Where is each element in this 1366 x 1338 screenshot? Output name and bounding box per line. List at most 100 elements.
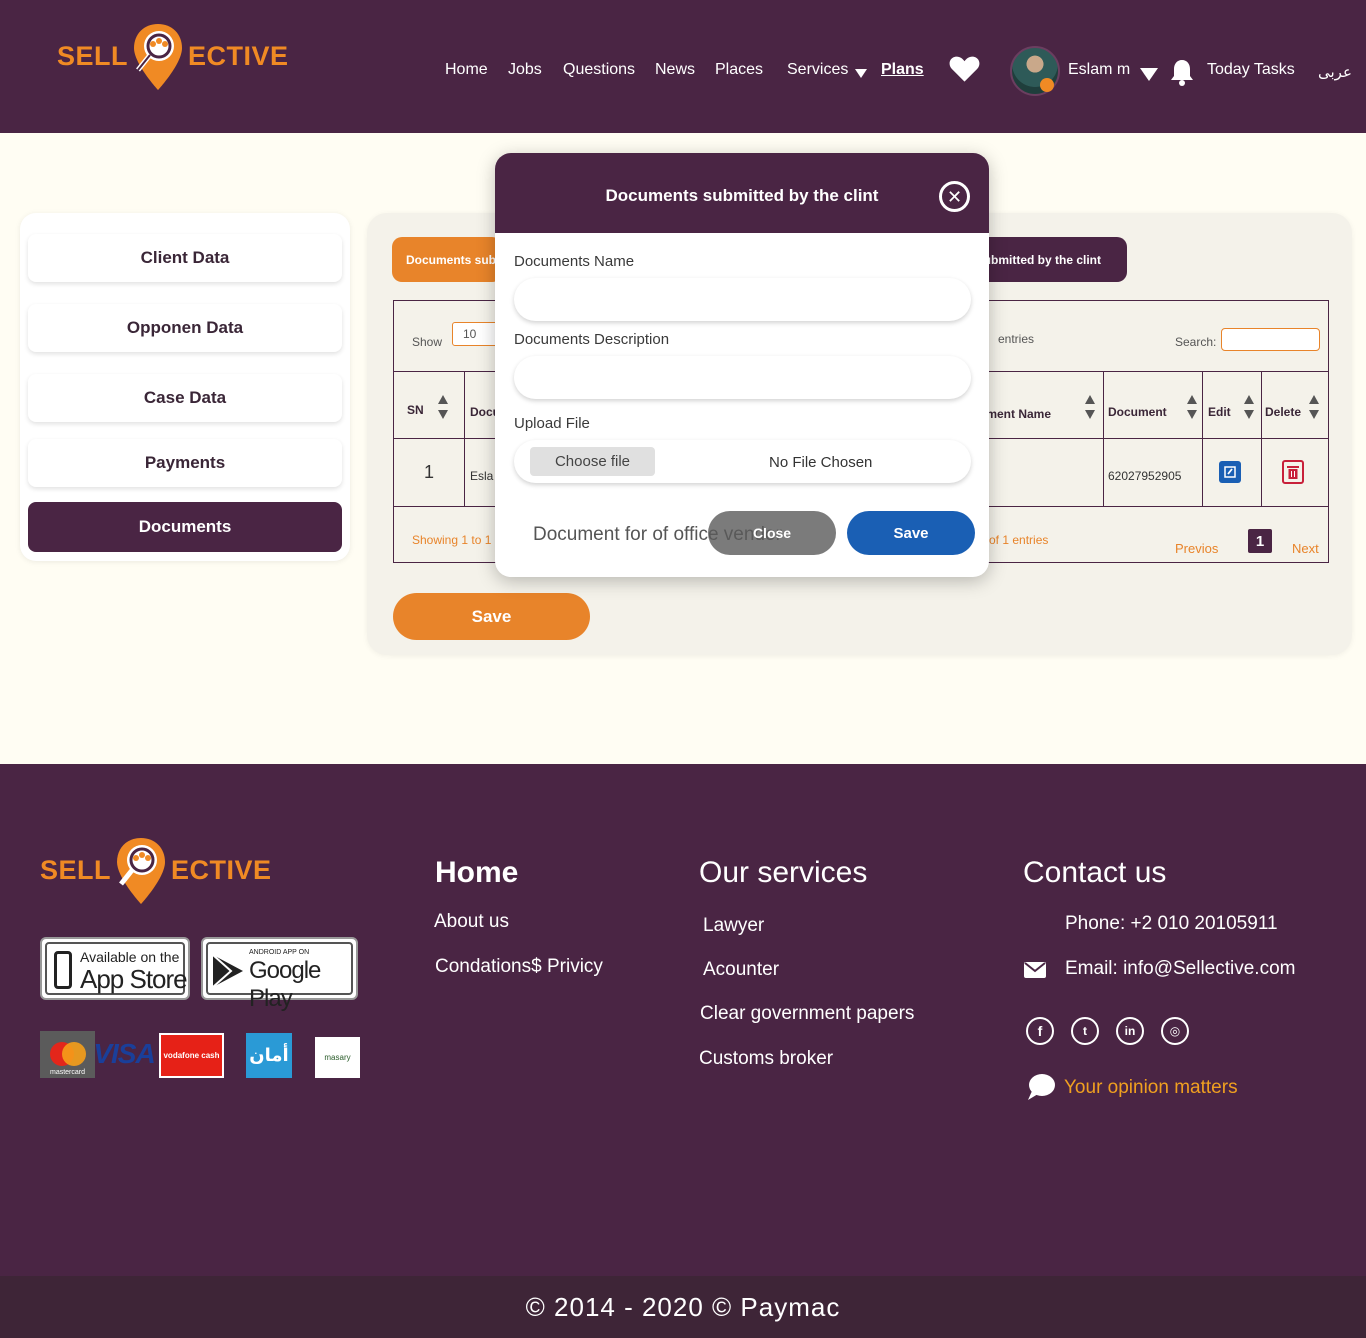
footer-conditions-link[interactable]: Condations$ Privicy (435, 956, 603, 978)
footer-service-customs-broker[interactable]: Customs broker (699, 1048, 833, 1070)
footer-logo-text-right: ECTIVE (171, 854, 272, 885)
documents-name-label: Documents Name (514, 253, 635, 270)
mastercard-logo: mastercard (40, 1031, 95, 1078)
table-search-input[interactable] (1221, 328, 1320, 351)
site-logo[interactable]: SELL ECTIVE (57, 22, 289, 90)
documents-name-input[interactable] (514, 278, 971, 321)
upload-file-label: Upload File (514, 415, 590, 432)
today-tasks-link[interactable]: Today Tasks (1207, 61, 1295, 79)
language-switch[interactable]: عربى (1318, 63, 1352, 81)
chevron-down-icon (855, 69, 868, 78)
footer-home-heading[interactable]: Home (435, 856, 518, 890)
user-menu-chevron-icon[interactable] (1140, 68, 1158, 81)
header-delete[interactable]: Delete (1265, 405, 1301, 419)
table-col-divider (464, 371, 465, 506)
google-play-icon (212, 954, 243, 988)
header-document-name[interactable]: Document Name (470, 405, 495, 419)
tab-lawyer-documents[interactable]: Documents submitted by the lawyer (392, 237, 502, 282)
chat-bubble-icon (1028, 1074, 1055, 1100)
save-button[interactable]: Save (393, 593, 590, 640)
nav-services[interactable]: Services (787, 61, 868, 79)
sidebar-item-documents[interactable]: Documents (28, 502, 342, 552)
header-document-name-visible[interactable]: Document Name (989, 405, 1051, 423)
vodafone-cash-logo: vodafone cash (159, 1033, 224, 1078)
logo-pin-icon (132, 22, 184, 90)
app-store-badge[interactable]: Available on the App Store (40, 937, 190, 1000)
aman-logo: أمان (246, 1033, 292, 1078)
trash-icon[interactable] (1282, 460, 1304, 484)
nav-plans[interactable]: Plans (881, 61, 924, 79)
footer-contact-heading: Contact us (1023, 856, 1167, 889)
logo-pin-icon (115, 836, 167, 904)
google-play-small-text: ANDROID APP ON (249, 949, 310, 956)
footer-logo[interactable]: SELL ECTIVE (40, 836, 272, 904)
nav-news[interactable]: News (655, 61, 695, 79)
modal-save-button[interactable]: Save (847, 511, 975, 555)
entries-per-page-select[interactable]: 10 (452, 322, 498, 346)
table-col-divider (1202, 371, 1203, 506)
envelope-icon (1024, 962, 1046, 978)
no-file-chosen-text: No File Chosen (769, 454, 873, 471)
header-document[interactable]: Document (1108, 405, 1167, 419)
nav-jobs[interactable]: Jobs (508, 61, 542, 79)
nav-services-label: Services (787, 61, 849, 78)
phone-icon (54, 951, 72, 989)
instagram-icon[interactable]: ◎ (1161, 1017, 1189, 1045)
search-label: Search: (1175, 335, 1217, 349)
documents-description-input[interactable] (514, 356, 971, 399)
row-sn: 1 (424, 462, 435, 482)
linkedin-icon[interactable]: in (1116, 1017, 1144, 1045)
sidebar-item-opponent-data[interactable]: Opponen Data (28, 304, 342, 352)
online-status-dot (1040, 78, 1054, 92)
case-sidebar: Client Data Opponen Data Case Data Payme… (20, 213, 350, 561)
nav-questions[interactable]: Questions (563, 61, 635, 79)
heart-icon[interactable] (949, 55, 980, 88)
table-col-divider (1103, 371, 1104, 506)
feedback-link[interactable]: Your opinion matters (1064, 1077, 1238, 1099)
edit-icon[interactable] (1219, 461, 1241, 483)
nav-home[interactable]: Home (445, 61, 488, 79)
top-navbar: SELL ECTIVE Home Jobs Questions News Pla… (0, 0, 1366, 133)
sort-icon[interactable] (1187, 395, 1197, 419)
close-button[interactable]: Close (708, 511, 836, 555)
modal-title: Documents submitted by the clint (605, 186, 879, 205)
footer-service-accounter[interactable]: Acounter (703, 959, 779, 981)
table-col-divider (1261, 371, 1262, 506)
google-play-badge[interactable]: ANDROID APP ON Google Play (201, 937, 358, 1012)
nav-places[interactable]: Places (715, 61, 763, 79)
footer-service-lawyer[interactable]: Lawyer (703, 915, 764, 937)
sidebar-item-payments[interactable]: Payments (28, 439, 342, 487)
footer-phone[interactable]: Phone: +2 010 20105911 (1065, 913, 1278, 935)
app-store-big-text: App Store (80, 964, 188, 994)
footer-service-government-papers[interactable]: Clear government papers (700, 1003, 914, 1025)
twitter-icon[interactable]: t (1071, 1017, 1099, 1045)
user-name: Eslam m (1068, 61, 1131, 78)
showing-info-right: of 1 entries (989, 533, 1049, 547)
footer-email[interactable]: Email: info@Sellective.com (1065, 958, 1295, 980)
copyright-text: © 2014 - 2020 © Paymac (525, 1291, 841, 1322)
sort-icon[interactable] (438, 395, 448, 419)
sort-icon[interactable] (1085, 395, 1095, 419)
header-sn[interactable]: SN (407, 403, 424, 417)
choose-file-button[interactable]: Choose file (530, 447, 655, 476)
row-document[interactable]: 62027952905 (1108, 469, 1181, 483)
sort-icon[interactable] (1244, 395, 1254, 419)
pagination-next[interactable]: Next (1292, 541, 1319, 556)
sidebar-item-case-data[interactable]: Case Data (28, 374, 342, 422)
sort-icon[interactable] (1309, 395, 1319, 419)
bell-icon[interactable] (1170, 58, 1194, 91)
showing-info-left: Showing 1 to 1 (412, 533, 492, 547)
logo-text-left: SELL (57, 40, 129, 71)
modal-header: Documents submitted by the clint ✕ (495, 153, 989, 233)
close-icon[interactable]: ✕ (939, 181, 970, 212)
entries-label: entries (998, 332, 1035, 346)
facebook-icon[interactable]: f (1026, 1017, 1054, 1045)
user-menu[interactable]: Eslam m (1068, 61, 1130, 79)
masary-logo: masary (315, 1037, 360, 1078)
header-edit[interactable]: Edit (1208, 405, 1231, 419)
footer-about-link[interactable]: About us (434, 911, 509, 933)
sidebar-item-client-data[interactable]: Client Data (28, 234, 342, 282)
pagination-previous[interactable]: Previos (1175, 541, 1218, 556)
pagination-page[interactable]: 1 (1248, 529, 1272, 553)
google-play-big-text: Google Play (249, 957, 321, 1012)
